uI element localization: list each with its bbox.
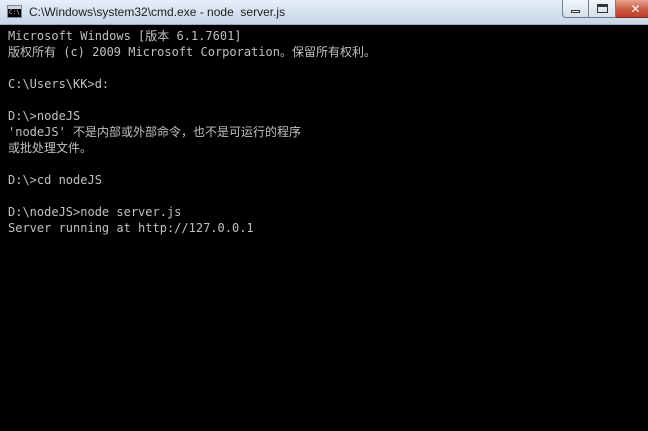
minimize-icon (571, 10, 580, 13)
console-line: D:\>nodeJS (8, 109, 81, 123)
minimize-button[interactable] (562, 0, 589, 18)
maximize-icon (596, 4, 608, 13)
console-line: 'nodeJS' 不是内部或外部命令，也不是可运行的程序 (8, 125, 302, 139)
title-bar[interactable]: C:\ C:\Windows\system32\cmd.exe - node s… (0, 0, 648, 25)
window-title: C:\Windows\system32\cmd.exe - node serve… (29, 5, 286, 19)
console-line: 或批处理文件。 (8, 141, 93, 155)
close-icon: ✕ (630, 1, 641, 16)
cmd-icon[interactable]: C:\ (7, 5, 22, 18)
close-button[interactable]: ✕ (616, 0, 648, 18)
console-line: Microsoft Windows [版本 6.1.7601] (8, 29, 242, 43)
console-line: C:\Users\KK>d: (8, 77, 110, 91)
console-line: D:\>cd nodeJS (8, 173, 102, 187)
console-output[interactable]: Microsoft Windows [版本 6.1.7601] 版权所有 (c)… (3, 25, 648, 431)
maximize-button[interactable] (589, 0, 616, 18)
console-line: Server running at http://127.0.0.1 (8, 221, 254, 235)
console-line: 版权所有 (c) 2009 Microsoft Corporation。保留所有… (8, 45, 376, 59)
cmd-window: C:\ C:\Windows\system32\cmd.exe - node s… (0, 0, 648, 431)
console-line: D:\nodeJS>node server.js (8, 205, 182, 219)
